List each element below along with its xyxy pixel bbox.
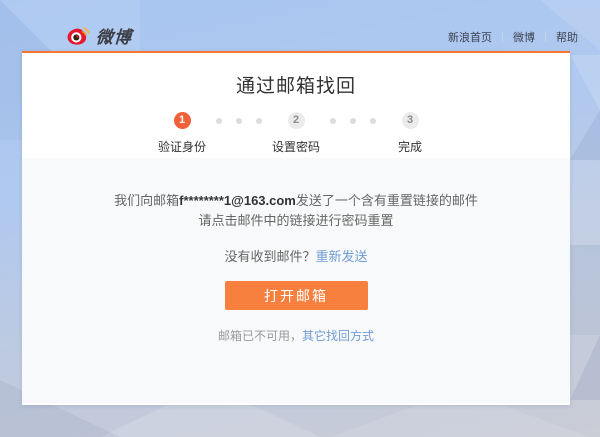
open-mailbox-button[interactable]: 打开邮箱 xyxy=(224,281,368,310)
masked-email: f********1@163.com xyxy=(179,193,296,208)
weibo-eye-icon xyxy=(66,25,92,46)
step-dot xyxy=(370,118,376,124)
recover-card: 通过邮箱找回 1 验证身份 2 设置密码 3 完成 我们向邮箱f********… xyxy=(22,51,570,405)
link-divider xyxy=(502,32,503,42)
bg-facet xyxy=(570,335,600,400)
logo-wordmark: 微博 xyxy=(95,28,133,47)
step-dots xyxy=(330,118,376,124)
step-1-label: 验证身份 xyxy=(157,140,206,154)
email-sent-panel: 我们向邮箱f********1@163.com发送了一个含有重置链接的邮件 请点… xyxy=(22,158,570,403)
step-dots xyxy=(216,118,262,124)
step-dot xyxy=(350,118,356,124)
sent-message-prefix: 我们向邮箱 xyxy=(114,193,180,208)
bg-facet xyxy=(570,55,600,110)
email-unavailable-text: 邮箱已不可用， xyxy=(217,329,302,343)
step-1-circle: 1 xyxy=(173,112,191,129)
link-divider xyxy=(545,32,546,42)
page: 微博 新浪首页 微博 帮助 通过邮箱找回 1 验证身份 2 设置密码 3 完成 … xyxy=(0,0,600,437)
step-set-password: 2 设置密码 xyxy=(268,112,324,155)
link-help[interactable]: 帮助 xyxy=(556,29,578,45)
resend-question: 没有收到邮件？ xyxy=(224,249,316,264)
sent-message-line1: 我们向邮箱f********1@163.com发送了一个含有重置链接的邮件 xyxy=(22,191,570,211)
link-weibo[interactable]: 微博 xyxy=(513,29,535,45)
step-dot xyxy=(256,118,262,124)
bg-facet xyxy=(570,160,600,245)
link-sina-home[interactable]: 新浪首页 xyxy=(448,29,492,45)
step-dot xyxy=(216,118,222,124)
step-2-circle: 2 xyxy=(287,112,305,129)
step-dot xyxy=(236,118,242,124)
header-links: 新浪首页 微博 帮助 xyxy=(448,29,578,45)
card-top-section: 通过邮箱找回 1 验证身份 2 设置密码 3 完成 xyxy=(22,53,570,158)
step-done: 3 完成 xyxy=(382,112,438,155)
step-dot xyxy=(330,118,336,124)
bg-facet xyxy=(570,245,600,335)
sent-message-line2: 请点击邮件中的链接进行密码重置 xyxy=(198,213,394,228)
page-title: 通过邮箱找回 xyxy=(235,76,356,97)
step-verify-identity: 1 验证身份 xyxy=(154,112,210,155)
step-3-label: 完成 xyxy=(397,140,422,154)
resend-link[interactable]: 重新发送 xyxy=(316,249,368,264)
bg-facet xyxy=(570,110,600,160)
other-methods-link[interactable]: 其它找回方式 xyxy=(302,329,374,343)
step-2-label: 设置密码 xyxy=(271,140,320,154)
weibo-logo[interactable]: 微博 xyxy=(66,23,133,48)
resend-row: 没有收到邮件？重新发送 xyxy=(22,246,570,265)
sent-message-suffix: 发送了一个含有重置链接的邮件 xyxy=(295,193,478,208)
fallback-row: 邮箱已不可用，其它找回方式 xyxy=(22,327,570,344)
step-3-circle: 3 xyxy=(401,112,419,129)
step-indicator: 1 验证身份 2 设置密码 3 完成 xyxy=(22,112,570,155)
